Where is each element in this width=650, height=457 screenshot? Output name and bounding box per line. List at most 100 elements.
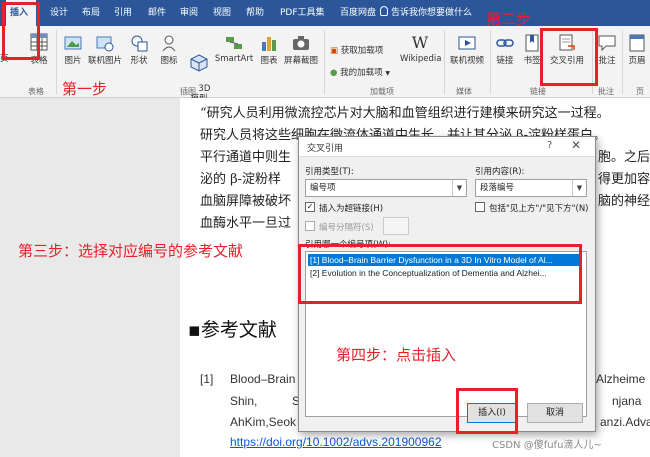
tab-mailings[interactable]: 邮件 — [144, 0, 170, 26]
tab-help[interactable]: 帮助 — [242, 0, 268, 26]
doc-line-1: “研究人员利用微流控芯片对大脑和血管组织进行建模来研究这一过程。 — [200, 106, 610, 121]
get-addins-button[interactable]: ▣ 获取加载项 — [330, 44, 383, 56]
tab-baidu-netdisk[interactable]: 百度网盘 — [336, 0, 380, 26]
ref-text-1b: Alzheime — [596, 372, 646, 386]
my-addins-button[interactable]: ● 我的加载项 ▼ — [330, 66, 390, 78]
include-above-below-checkbox[interactable] — [475, 202, 485, 212]
ref-number: [1] — [200, 372, 214, 386]
annotation-step4: 第四步：点击插入 — [336, 346, 457, 364]
smartart-label: SmartArt — [214, 54, 254, 64]
ref-doi-link[interactable]: https://doi.org/10.1002/advs.201900962 — [230, 435, 442, 449]
tab-layout[interactable]: 布局 — [78, 0, 104, 26]
online-pictures-button[interactable]: 联机图片 — [86, 34, 124, 66]
wikipedia-button[interactable]: W Wikipedia — [400, 33, 441, 65]
ref-content-select[interactable]: 段落编号 ▼ — [475, 179, 587, 197]
ref-type-label: 引用类型(T): — [305, 167, 354, 177]
close-icon[interactable]: ✕ — [571, 138, 581, 152]
ref-text-1a: Blood–Brain — [230, 372, 296, 386]
get-addins-label: 获取加载项 — [340, 46, 384, 56]
shapes-label: 形状 — [130, 56, 148, 66]
highlight-cross-reference — [540, 28, 598, 86]
group-table: 表格 — [28, 87, 44, 96]
smartart-button[interactable]: SmartArt — [214, 34, 254, 64]
ref-text-2a: Shin, — [230, 394, 258, 408]
dialog-title: 交叉引用 — [307, 144, 344, 154]
references-heading-text: 参考文献 — [200, 319, 277, 341]
cancel-button[interactable]: 取消 — [527, 403, 583, 423]
separator-input[interactable] — [383, 217, 409, 235]
doc-fragment-3: 脑的神经 — [598, 194, 650, 209]
icons-label: 图标 — [160, 56, 178, 66]
group-media: 媒体 — [456, 87, 472, 96]
store-icon: ▣ — [330, 46, 339, 56]
online-picture-icon — [96, 36, 114, 52]
tab-pdf-tools[interactable]: PDF工具集 — [276, 0, 329, 26]
ref-doi-link-text[interactable]: https://doi.org/10.1002/advs.201900962 — [230, 435, 442, 449]
icons-button[interactable]: 图标 — [158, 34, 180, 66]
smartart-icon — [226, 37, 242, 49]
ribbon-tab-bar: 插入 设计 布局 引用 邮件 审阅 视图 帮助 PDF工具集 百度网盘 告诉我你… — [0, 0, 650, 26]
lightbulb-icon — [380, 6, 388, 16]
online-video-button[interactable]: 联机视频 — [448, 34, 486, 66]
insert-hyperlink-checkbox[interactable]: ✓ — [305, 202, 315, 212]
bar-chart-icon — [262, 37, 276, 51]
icons-icon — [162, 35, 176, 52]
group-header-footer: 页 — [636, 87, 644, 96]
tell-me-text: 告诉我你想要做什么 — [391, 8, 473, 18]
group-addins: 加载项 — [370, 87, 394, 96]
tab-references[interactable]: 引用 — [110, 0, 136, 26]
group-links: 链接 — [530, 87, 546, 96]
dialog-title-bar[interactable]: 交叉引用 ? ✕ — [299, 137, 595, 157]
shapes-button[interactable]: 形状 — [128, 34, 150, 66]
header-button[interactable]: 页眉 — [626, 34, 648, 66]
watermark: CSDN @傻fufu滴人儿~ — [492, 440, 602, 451]
addins-icon: ● — [330, 68, 338, 78]
link-button[interactable]: 链接 — [494, 34, 516, 66]
group-comments: 批注 — [598, 87, 614, 96]
header-label: 页眉 — [628, 56, 646, 66]
tab-review[interactable]: 审阅 — [176, 0, 202, 26]
screenshot-button[interactable]: 屏幕截图 — [282, 34, 320, 66]
comment-button[interactable]: 批注 — [596, 34, 618, 66]
chart-label: 图表 — [260, 56, 278, 66]
ref-type-select[interactable]: 编号项 ▼ — [305, 179, 467, 197]
ref-content-value: 段落编号 — [480, 183, 515, 193]
my-addins-label: 我的加载项 — [340, 68, 383, 78]
divider — [622, 30, 623, 94]
ref-text-2c: njana — [612, 394, 642, 408]
separator-checkbox[interactable] — [305, 221, 315, 231]
pictures-button[interactable]: 图片 — [62, 34, 84, 66]
divider — [324, 30, 325, 94]
ref-content-label: 引用内容(R): — [475, 167, 525, 177]
ref-type-value: 编号项 — [310, 183, 336, 193]
tab-design[interactable]: 设计 — [46, 0, 72, 26]
link-icon — [496, 39, 514, 47]
camera-icon — [293, 36, 309, 50]
ref-text-3b: anzi.Advan — [600, 415, 650, 429]
annotation-step1: 第一步 — [62, 80, 108, 98]
video-icon — [458, 36, 476, 50]
doc-line-3: 平行通道中则生 — [200, 150, 292, 165]
highlight-insert-button — [456, 388, 518, 434]
wikipedia-icon: W — [411, 33, 429, 52]
help-icon[interactable]: ? — [547, 140, 552, 151]
tell-me-search[interactable]: 告诉我你想要做什么 — [380, 0, 472, 26]
comment-label: 批注 — [598, 56, 616, 66]
chart-button[interactable]: 图表 — [258, 34, 280, 66]
doc-fragment-2: 得更加容 — [598, 172, 650, 187]
tab-view[interactable]: 视图 — [209, 0, 235, 26]
separator-label: 编号分隔符(S) — [319, 223, 374, 233]
online-video-label: 联机视频 — [449, 56, 484, 66]
shapes-icon — [131, 35, 148, 52]
screenshot-label: 屏幕截图 — [283, 56, 318, 66]
annotation-step3: 第三步：选择对应编号的参考文献 — [18, 242, 244, 260]
doc-line-5: 血脑屏障被破坏 — [200, 194, 292, 209]
cube-icon — [190, 54, 208, 72]
chevron-down-icon: ▼ — [572, 180, 586, 196]
doc-line-4: 泌的 β-淀粉样 — [200, 172, 282, 187]
bookmark-icon — [525, 34, 539, 52]
comment-icon — [598, 35, 616, 52]
include-above-below-label: 包括"见上方"/"见下方"(N) — [489, 204, 589, 214]
doc-fragment-1: 胞。之后 — [598, 150, 650, 165]
link-label: 链接 — [496, 56, 514, 66]
